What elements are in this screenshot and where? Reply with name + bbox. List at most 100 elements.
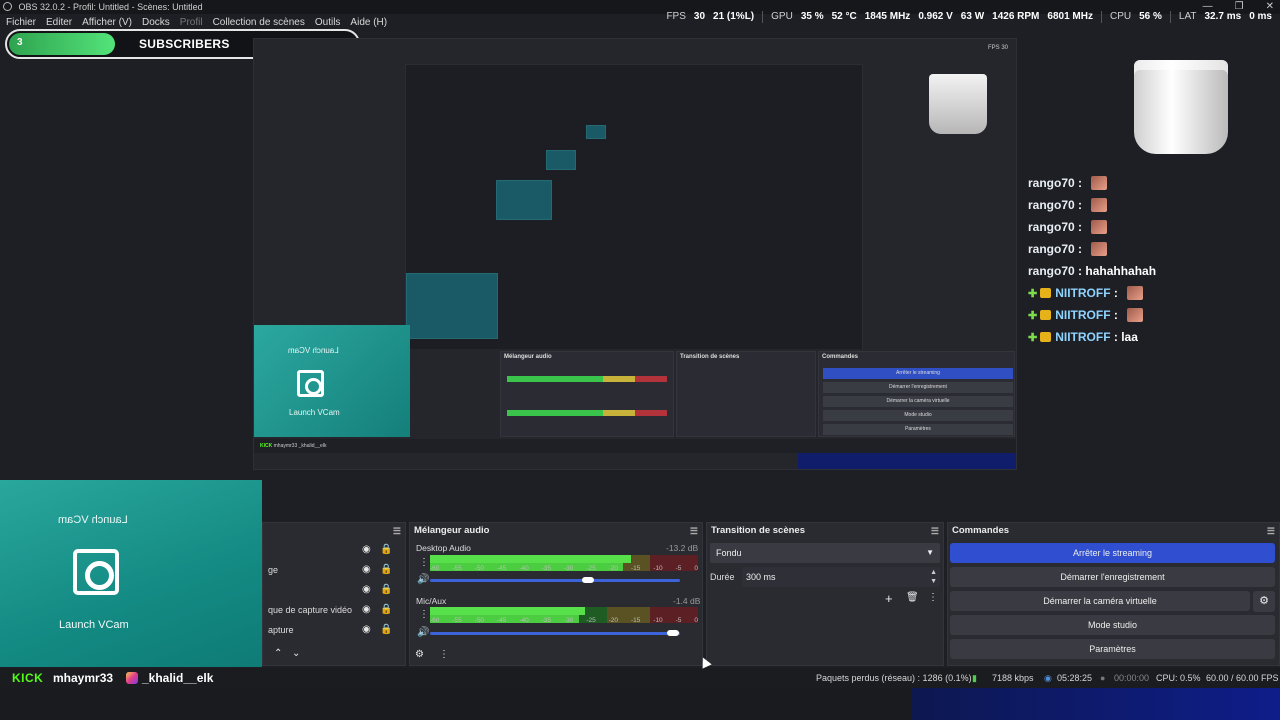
trash-icon[interactable]: 🗑	[906, 592, 919, 603]
dock-menu-icon[interactable]: ☰	[931, 523, 939, 539]
vcam-title: Launch VCam	[59, 619, 129, 631]
gpu-fan: 1426 RPM	[992, 11, 1040, 22]
lock-icon[interactable]: 🔒	[380, 600, 392, 620]
emote-icon	[1091, 198, 1108, 212]
speaker-icon[interactable]: 🔊	[417, 627, 429, 638]
meter-tick-label: -10	[653, 617, 663, 624]
chat-username: rango70	[1028, 242, 1075, 256]
fps-value: 30	[693, 11, 706, 22]
source-item[interactable]: ◉ 🔒	[268, 580, 398, 600]
stop-streaming-button[interactable]: Arrêter le streaming	[950, 543, 1275, 563]
meter-tick-label: -15	[630, 617, 641, 624]
source-item[interactable]: apture ◉ 🔒	[268, 620, 398, 640]
lock-icon[interactable]: 🔒	[380, 580, 392, 600]
fps-label: FPS	[666, 11, 686, 22]
move-up-icon[interactable]: ⌃	[274, 648, 282, 659]
meter-scale: -60 -55 -50 -45 -40 -35 -30 -25 -20 -15 -10 -5 0	[430, 565, 698, 572]
meter-tick-label: -20	[608, 565, 619, 572]
chat-message: rango70 :	[1028, 238, 1268, 260]
program-preview[interactable]: FPS 30 Launch VCam Launch VCam Mélangeur…	[253, 38, 1017, 470]
stats-divider	[1169, 11, 1171, 23]
nested-preview	[405, 64, 863, 362]
sub-badge-icon: ✚	[1028, 309, 1038, 322]
chat-username: rango70	[1028, 220, 1075, 234]
gear-icon[interactable]: ⚙	[1253, 591, 1275, 612]
gpu-power: 63 W	[960, 11, 985, 22]
duration-value: 300 ms	[746, 572, 776, 582]
meter-tick-label: -15	[630, 565, 641, 572]
source-item[interactable]: ◉ 🔒	[268, 540, 398, 560]
nested-vcam-tile	[406, 273, 498, 339]
instagram-username: _khalid__elk	[142, 671, 214, 685]
transition-select[interactable]: Fondu ▼	[710, 543, 940, 563]
meter-tick-label: -40	[519, 565, 529, 572]
audio-mixer-title: Mélangeur audio	[414, 525, 490, 536]
meter-tick-label: 0	[694, 565, 698, 572]
meter-tick-label: -10	[653, 565, 663, 572]
preview-commands-dock: Commandes Arrêter le streaming Démarrer …	[818, 351, 1015, 437]
dock-menu-icon[interactable]: ☰	[393, 523, 401, 539]
emote-icon	[1091, 220, 1108, 234]
eye-icon[interactable]: ◉	[362, 580, 371, 600]
lock-icon[interactable]: 🔒	[380, 560, 392, 580]
eye-icon[interactable]: ◉	[362, 620, 371, 640]
lock-icon[interactable]: 🔒	[380, 540, 392, 560]
chat-separator: :	[1110, 308, 1122, 322]
channel-options-icon[interactable]: ⋮	[419, 557, 429, 568]
duration-label: Durée	[710, 572, 735, 582]
add-transition-icon[interactable]: +	[885, 591, 893, 606]
eye-icon[interactable]: ◉	[362, 540, 371, 560]
commands-title: Commandes	[952, 525, 1010, 536]
duration-input[interactable]: 300 ms ▲ ▼	[742, 567, 940, 587]
meter-tick-label: -50	[474, 617, 485, 624]
sources-header: ☰	[263, 523, 405, 539]
eye-icon[interactable]: ◉	[362, 600, 371, 620]
nested-vcam-tile	[586, 125, 606, 139]
bottom-strip	[0, 688, 912, 720]
chat-text: hahahhahah	[1085, 264, 1157, 278]
gift-badge-icon	[1040, 288, 1052, 298]
vcam-logo-icon	[297, 370, 324, 397]
eye-icon[interactable]: ◉	[362, 560, 371, 580]
emote-icon	[1127, 286, 1144, 300]
transition-selected: Fondu	[716, 548, 742, 558]
volume-slider-knob[interactable]	[581, 577, 594, 583]
volume-slider[interactable]	[430, 579, 680, 582]
meter-scale: -60 -55 -50 -45 -40 -35 -30 -25 -20 -15 -10 -5 0	[430, 617, 698, 624]
source-item[interactable]: ge ◉ 🔒	[268, 560, 398, 580]
dock-menu-icon[interactable]: ☰	[1267, 523, 1275, 539]
gpu-label: GPU	[771, 11, 793, 22]
cpu-usage-status: CPU: 0.5%	[1156, 673, 1201, 683]
speaker-icon[interactable]: 🔊	[417, 574, 429, 585]
advanced-audio-icon[interactable]: ⚙	[415, 649, 424, 660]
start-virtual-camera-button[interactable]: Démarrer la caméra virtuelle	[950, 591, 1250, 611]
glass-cup-image	[1134, 60, 1228, 154]
channel-options-icon[interactable]: ⋮	[419, 609, 429, 620]
stream-time: 05:28:25	[1057, 673, 1093, 683]
volume-slider-knob[interactable]	[666, 630, 679, 636]
move-down-icon[interactable]: ⌄	[292, 648, 300, 659]
transition-menu-icon[interactable]: ⋮	[928, 592, 938, 603]
menu-aide[interactable]: Aide (H)	[350, 14, 387, 32]
gift-badge-icon	[1040, 332, 1052, 342]
start-recording-button[interactable]: Démarrer l'enregistrement	[950, 567, 1275, 587]
meter-tick-label: -55	[452, 565, 462, 572]
stats-divider	[1100, 11, 1102, 23]
chat-message: rango70 :	[1028, 172, 1268, 194]
dock-menu-icon[interactable]: ☰	[690, 523, 698, 539]
emote-icon	[1091, 242, 1108, 256]
commands-header: Commandes ☰	[948, 523, 1279, 539]
mixer-menu-icon[interactable]: ⋮	[439, 649, 449, 660]
chat-separator: :	[1110, 330, 1122, 344]
source-item[interactable]: que de capture vidéo ◉ 🔒	[268, 600, 398, 620]
spin-down-icon[interactable]: ▼	[930, 578, 937, 586]
lock-icon[interactable]: 🔒	[380, 620, 392, 640]
chat-separator: :	[1074, 264, 1086, 278]
transitions-header: Transition de scènes ☰	[707, 523, 943, 539]
dropped-frames: Paquets perdus (réseau) : 1286 (0.1%)	[816, 673, 972, 683]
settings-button[interactable]: Paramètres	[950, 639, 1275, 659]
vcam-overlay: Launch VCam Launch VCam	[0, 480, 262, 667]
spin-up-icon[interactable]: ▲	[930, 569, 937, 577]
volume-slider[interactable]	[430, 632, 680, 635]
studio-mode-button[interactable]: Mode studio	[950, 615, 1275, 635]
